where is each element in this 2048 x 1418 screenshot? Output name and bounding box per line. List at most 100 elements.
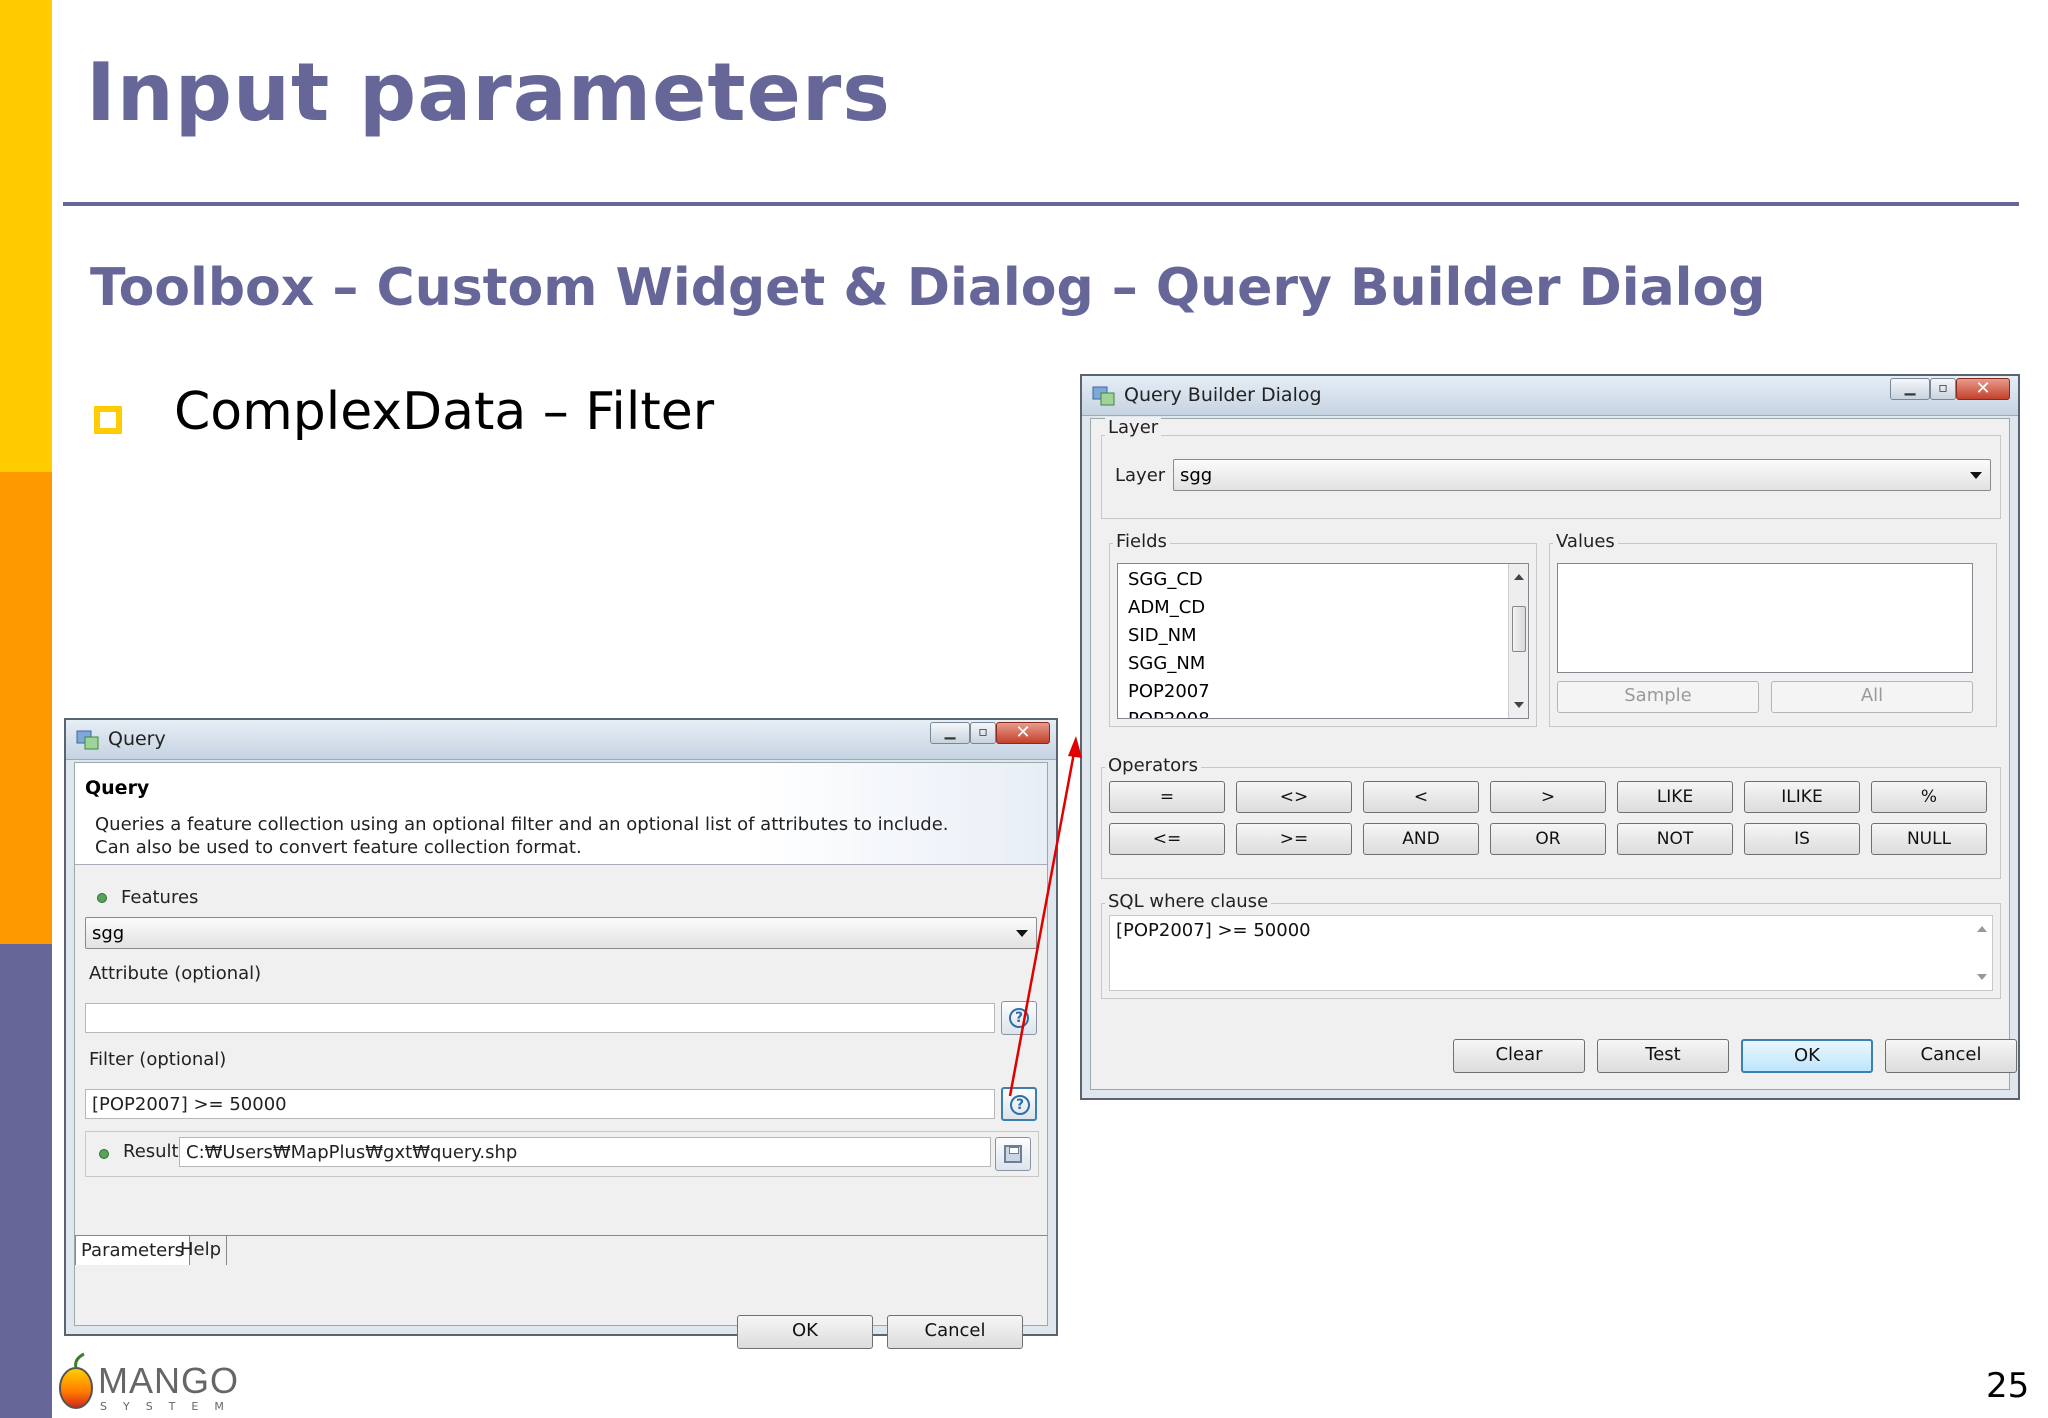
features-label: Features	[121, 887, 199, 908]
values-label: Values	[1553, 531, 1618, 552]
scroll-thumb[interactable]	[1512, 606, 1526, 652]
operator-button[interactable]: LIKE	[1617, 781, 1733, 813]
scroll-down-icon	[1977, 974, 1987, 980]
mango-logo: MANGO SYSTEM	[56, 1352, 240, 1414]
scroll-up-icon	[1514, 574, 1524, 580]
list-item[interactable]: SGG_NM	[1118, 650, 1528, 678]
clear-button[interactable]: Clear	[1453, 1039, 1585, 1073]
accent-bar-purple	[0, 944, 52, 1418]
cancel-button[interactable]: Cancel	[1885, 1039, 2017, 1073]
list-item[interactable]: POP2007	[1118, 678, 1528, 706]
maximize-icon: ▫	[1938, 380, 1948, 396]
attribute-label: Attribute (optional)	[89, 963, 262, 984]
bullet-square-icon	[94, 406, 122, 434]
slide-title: Input parameters	[86, 46, 891, 139]
cancel-button[interactable]: Cancel	[887, 1315, 1023, 1349]
layer-value: sgg	[1180, 465, 1213, 486]
operators-label: Operators	[1105, 755, 1201, 776]
maximize-button[interactable]: ▫	[970, 722, 996, 744]
operator-button[interactable]: AND	[1363, 823, 1479, 855]
operator-button[interactable]: IS	[1744, 823, 1860, 855]
scroll-down-icon	[1514, 702, 1524, 708]
slide: Input parameters Toolbox – Custom Widget…	[0, 0, 2048, 1418]
result-save-button[interactable]	[995, 1137, 1031, 1171]
features-combo[interactable]: sgg	[85, 917, 1037, 949]
fields-list[interactable]: SGG_CD ADM_CD SID_NM SGG_NM POP2007 POP2…	[1117, 563, 1529, 719]
layer-group-label: Layer	[1105, 417, 1162, 438]
mango-logo-icon	[59, 1352, 93, 1409]
accent-bar-yellow	[0, 0, 52, 472]
operator-button[interactable]: <>	[1236, 781, 1352, 813]
sample-button[interactable]: Sample	[1557, 681, 1759, 713]
query-description: Queries a feature collection using an op…	[95, 814, 949, 858]
query-builder-titlebar[interactable]: Query Builder Dialog ▁ ▫ ✕	[1082, 376, 2018, 416]
all-button[interactable]: All	[1771, 681, 1973, 713]
filter-label: Filter (optional)	[89, 1049, 227, 1070]
logo-name: MANGO	[98, 1360, 240, 1401]
operator-button[interactable]: <	[1363, 781, 1479, 813]
app-icon	[76, 730, 99, 750]
tab-help[interactable]: Help	[175, 1235, 228, 1265]
operator-button[interactable]: OR	[1490, 823, 1606, 855]
query-header: Query Queries a feature collection using…	[75, 763, 1047, 865]
operator-button[interactable]: <=	[1109, 823, 1225, 855]
query-window-title: Query	[108, 728, 166, 750]
filter-input[interactable]: [POP2007] >= 50000	[85, 1089, 995, 1119]
logo-subtext: SYSTEM	[100, 1400, 240, 1413]
close-button[interactable]: ✕	[1956, 378, 2010, 400]
attribute-input[interactable]	[85, 1003, 995, 1033]
app-icon	[1092, 386, 1115, 406]
query-titlebar[interactable]: Query ▁ ▫ ✕	[66, 720, 1056, 760]
operator-button[interactable]: NOT	[1617, 823, 1733, 855]
bullet-text: ComplexData – Filter	[174, 382, 715, 442]
fields-scrollbar[interactable]	[1508, 564, 1528, 718]
minimize-button[interactable]: ▁	[930, 722, 970, 744]
minimize-button[interactable]: ▁	[1890, 378, 1930, 400]
query-header-title: Query	[85, 777, 150, 799]
filter-help-button[interactable]: ?	[1001, 1087, 1037, 1121]
query-body: Query Queries a feature collection using…	[74, 762, 1048, 1349]
sql-where-value: [POP2007] >= 50000	[1116, 920, 1311, 941]
query-builder-window-title: Query Builder Dialog	[1124, 384, 1322, 406]
operator-button[interactable]: >	[1490, 781, 1606, 813]
help-icon: ?	[1009, 1008, 1029, 1028]
features-value: sgg	[92, 923, 125, 944]
layer-label: Layer	[1115, 465, 1166, 486]
operator-button[interactable]: NULL	[1871, 823, 1987, 855]
minimize-icon: ▁	[944, 724, 956, 740]
operator-button[interactable]: =	[1109, 781, 1225, 813]
chevron-down-icon	[1970, 472, 1982, 479]
chevron-down-icon	[1016, 930, 1028, 937]
test-button[interactable]: Test	[1597, 1039, 1729, 1073]
result-status-icon	[99, 1149, 109, 1159]
maximize-button[interactable]: ▫	[1930, 378, 1956, 400]
features-status-icon	[97, 893, 107, 903]
close-icon: ✕	[1975, 378, 1991, 399]
query-builder-window: Query Builder Dialog ▁ ▫ ✕ Layer Layer s…	[1080, 374, 2020, 1100]
attribute-help-button[interactable]: ?	[1001, 1001, 1037, 1035]
query-window: Query ▁ ▫ ✕ Query Queries a feature coll…	[64, 718, 1058, 1349]
slide-subtitle: Toolbox – Custom Widget & Dialog – Query…	[90, 258, 1766, 318]
ok-button[interactable]: OK	[1741, 1039, 1873, 1073]
fields-label: Fields	[1113, 531, 1170, 552]
list-item[interactable]: SGG_CD	[1118, 566, 1528, 594]
maximize-icon: ▫	[978, 724, 988, 740]
title-divider	[63, 202, 2019, 206]
tab-parameters[interactable]: Parameters	[75, 1235, 191, 1265]
result-path-input[interactable]: C:₩Users₩MapPlus₩gxt₩query.shp	[179, 1137, 991, 1167]
minimize-icon: ▁	[1904, 380, 1916, 396]
sql-where-input[interactable]: [POP2007] >= 50000	[1109, 915, 1993, 991]
list-item[interactable]: ADM_CD	[1118, 594, 1528, 622]
sql-scrollbar[interactable]	[1972, 916, 1992, 990]
values-list[interactable]	[1557, 563, 1973, 673]
query-builder-body: Layer Layer sgg Fields SGG_CD ADM_CD SID…	[1090, 417, 2017, 1090]
close-button[interactable]: ✕	[996, 722, 1050, 744]
layer-combo[interactable]: sgg	[1173, 459, 1991, 491]
operator-button[interactable]: ILIKE	[1744, 781, 1860, 813]
operator-button[interactable]: %	[1871, 781, 1987, 813]
ok-button[interactable]: OK	[737, 1315, 873, 1349]
list-item[interactable]: POP2008	[1118, 706, 1528, 718]
accent-bar-orange	[0, 472, 52, 944]
operator-button[interactable]: >=	[1236, 823, 1352, 855]
list-item[interactable]: SID_NM	[1118, 622, 1528, 650]
